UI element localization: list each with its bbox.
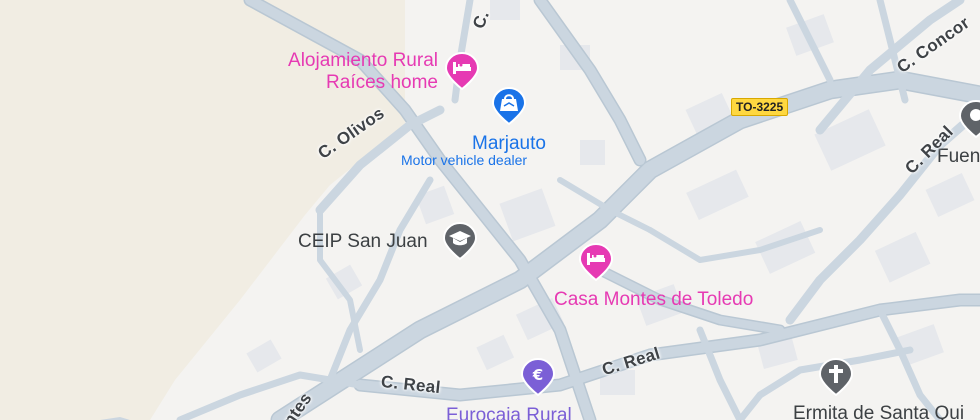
graduation-cap-icon[interactable]: [442, 221, 478, 261]
poi-label-casa-montes-de-toledo[interactable]: Casa Montes de Toledo: [554, 290, 753, 309]
svg-text:€: €: [532, 366, 543, 384]
cross-icon[interactable]: [818, 357, 854, 397]
bed-icon[interactable]: [444, 51, 480, 91]
poi-subtitle-marjauto: Motor vehicle dealer: [401, 152, 528, 168]
poi-label-eurocaja-rural[interactable]: Eurocaja Rural: [446, 406, 572, 420]
shopping-bag-icon[interactable]: [491, 86, 527, 126]
route-shield-to-3225: TO-3225: [731, 98, 789, 116]
poi-label-ceip-san-juan[interactable]: CEIP San Juan: [298, 232, 428, 251]
bed-icon[interactable]: [578, 242, 614, 282]
poi-label-alojamiento-rural[interactable]: Alojamiento Rural Raíces home: [268, 51, 438, 92]
map-view[interactable]: Alojamiento Rural Raíces home Marjauto M…: [0, 0, 980, 420]
poi-label-marjauto[interactable]: Marjauto: [472, 134, 546, 153]
poi-label-line: Alojamiento Rural: [288, 50, 438, 71]
poi-label-ermita[interactable]: Ermita de Santa Qui: [793, 404, 964, 420]
poi-label-line: Raíces home: [326, 72, 438, 93]
landmark-icon[interactable]: [958, 99, 980, 139]
euro-icon[interactable]: €: [520, 357, 556, 397]
poi-label-fuen[interactable]: Fuen: [937, 147, 980, 166]
